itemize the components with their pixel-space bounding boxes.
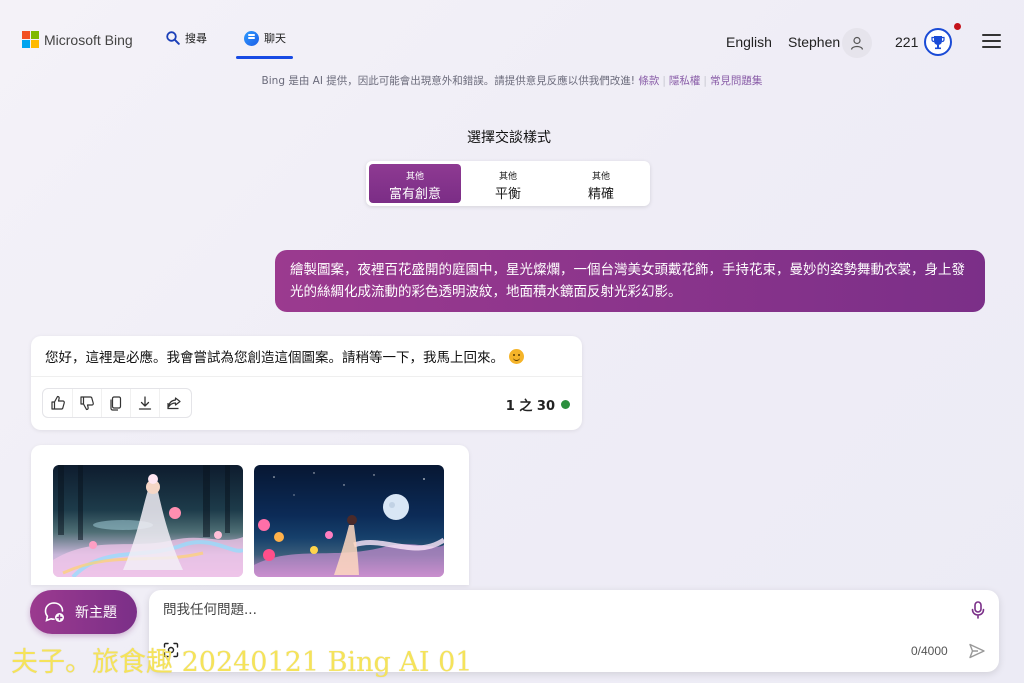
thumbs-up-icon: [50, 395, 65, 410]
style-option-tag: 其他: [405, 172, 424, 182]
bot-message: 您好，這裡是必應。我會嘗試為您創造這個圖案。請稍等一下，我馬上回來。: [45, 346, 524, 366]
bot-message-card: 您好，這裡是必應。我會嘗試為您創造這個圖案。請稍等一下，我馬上回來。 1 之 3…: [31, 336, 582, 430]
image-art: [53, 465, 243, 577]
style-option-label: 富有創意: [388, 187, 441, 202]
search-icon: [166, 31, 180, 45]
tab-search[interactable]: 搜尋: [166, 30, 207, 46]
smile-emoji-icon: [509, 348, 524, 364]
notification-dot: [954, 23, 961, 30]
copy-icon: [110, 396, 122, 411]
download-icon: [138, 396, 152, 410]
divider: [31, 376, 582, 377]
bing-logo[interactable]: Microsoft Bing: [22, 31, 133, 48]
hamburger-icon: [982, 34, 1001, 36]
image-results-card: [31, 445, 469, 585]
ai-disclaimer: Bing 是由 AI 提供，因此可能會出現意外和錯誤。請提供意見反應以供我們改進…: [261, 75, 763, 87]
active-tab-indicator: [236, 56, 293, 59]
user-name[interactable]: Stephen: [788, 34, 840, 50]
user-message: 繪製圖案，夜裡百花盛開的庭園中，星光燦爛，一個台灣美女頭戴花飾，手持花束，曼妙的…: [275, 250, 985, 312]
logo-text: Microsoft Bing: [44, 31, 133, 48]
chat-icon: [244, 30, 259, 46]
generated-image-2[interactable]: [254, 465, 444, 577]
new-topic-button[interactable]: 新主題: [30, 590, 137, 634]
style-option-creative[interactable]: 其他 富有創意: [369, 164, 461, 203]
style-option-tag: 其他: [591, 172, 610, 182]
turn-counter-text: 1 之 30: [505, 399, 555, 414]
thumbs-down-icon: [80, 396, 94, 411]
send-icon: [969, 643, 985, 659]
share-icon: [167, 397, 181, 410]
disclaimer-text: Bing 是由 AI 提供，因此可能會出現意外和錯誤。請提供意見反應以供我們改進…: [261, 75, 635, 87]
top-header: Microsoft Bing 搜尋 聊天 English Stephen 221: [0, 0, 1024, 64]
microphone-button[interactable]: [969, 600, 987, 624]
message-actions: [42, 388, 192, 418]
person-icon: [850, 36, 864, 50]
link-faq[interactable]: 常見問題集: [710, 75, 763, 87]
link-terms[interactable]: 條款: [638, 75, 659, 87]
style-option-label: 平衡: [494, 187, 521, 202]
chat-input[interactable]: [163, 602, 943, 618]
char-count: 0/4000: [911, 644, 948, 658]
new-chat-icon: [44, 602, 64, 622]
menu-button[interactable]: [982, 34, 1001, 48]
trophy-icon: [931, 36, 945, 50]
send-button[interactable]: [968, 642, 986, 664]
microphone-icon: [971, 601, 985, 619]
dislike-button[interactable]: [72, 389, 101, 417]
tab-search-label: 搜尋: [185, 32, 207, 45]
style-option-balanced[interactable]: 其他 平衡: [462, 164, 554, 203]
style-option-precise[interactable]: 其他 精確: [555, 164, 647, 203]
copy-button[interactable]: [101, 389, 130, 417]
share-button[interactable]: [159, 389, 188, 417]
style-selector: 其他 富有創意 其他 平衡 其他 精確: [366, 161, 650, 206]
style-option-label: 精確: [587, 187, 614, 202]
tab-chat[interactable]: 聊天: [244, 30, 286, 46]
rewards-button[interactable]: [924, 28, 952, 56]
image-art: [254, 472, 444, 577]
reward-points[interactable]: 221: [895, 34, 918, 50]
status-dot: [561, 400, 570, 409]
watermark-text: 夫子。旅食趣 20240121 Bing AI 01: [11, 647, 473, 678]
like-button[interactable]: [43, 389, 72, 417]
style-option-tag: 其他: [498, 172, 517, 182]
language-switch[interactable]: English: [726, 34, 772, 50]
style-selector-title: 選擇交談樣式: [467, 130, 551, 146]
microsoft-logo-icon: [22, 31, 39, 48]
new-topic-label: 新主題: [75, 605, 117, 621]
bot-message-text: 您好，這裡是必應。我會嘗試為您創造這個圖案。請稍等一下，我馬上回來。: [45, 350, 504, 366]
generated-image-1[interactable]: [53, 465, 243, 577]
turn-counter: 1 之 30: [506, 395, 570, 414]
tab-chat-label: 聊天: [264, 32, 286, 45]
avatar[interactable]: [842, 28, 872, 58]
download-button[interactable]: [130, 389, 159, 417]
link-privacy[interactable]: 隱私權: [669, 75, 701, 87]
